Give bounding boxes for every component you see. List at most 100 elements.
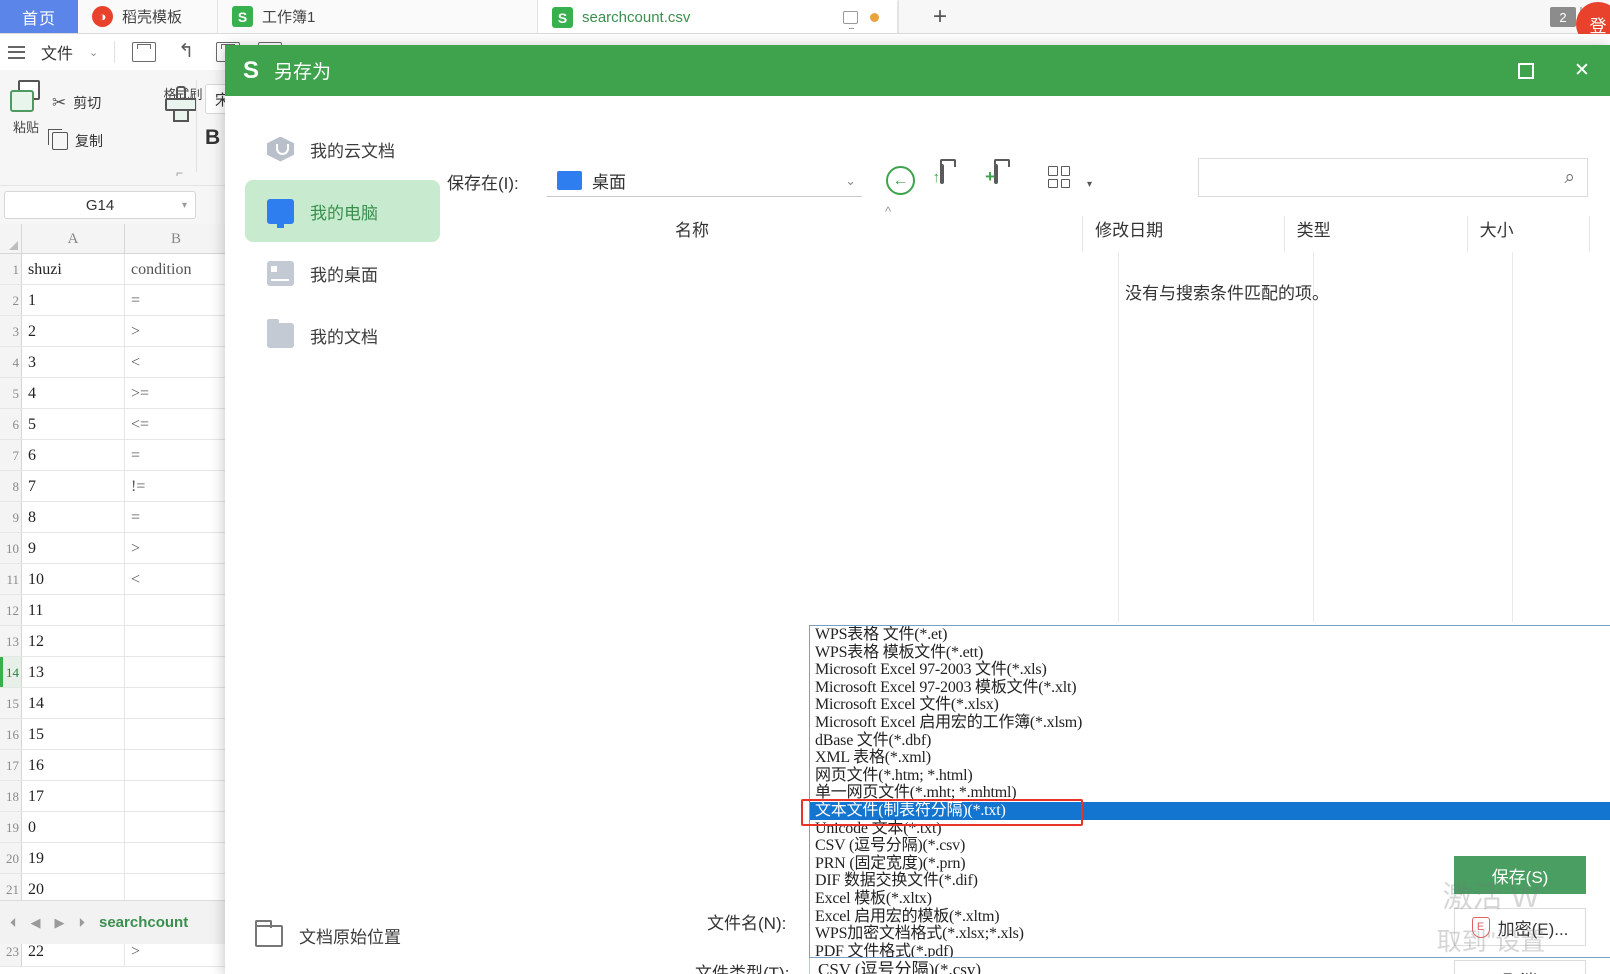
encrypt-button[interactable]: E 加密(E)... bbox=[1454, 908, 1586, 946]
tab-searchcount-csv[interactable]: S searchcount.csv bbox=[538, 0, 898, 33]
row-header[interactable]: 12 bbox=[0, 595, 22, 625]
cell-a[interactable]: 9 bbox=[22, 533, 125, 563]
cell-b[interactable]: = bbox=[125, 502, 228, 532]
select-all-corner[interactable] bbox=[0, 224, 22, 253]
column-header-b[interactable]: B bbox=[125, 224, 228, 253]
dropdown-option[interactable]: WPS表格 文件(*.et) bbox=[810, 626, 1610, 644]
last-sheet-icon[interactable]: ⏵ bbox=[79, 915, 86, 931]
next-sheet-icon[interactable]: ▶ bbox=[55, 915, 65, 931]
view-mode-button[interactable]: ▾ bbox=[1048, 166, 1092, 196]
dropdown-option[interactable]: 单一网页文件(*.mht; *.mhtml) bbox=[810, 784, 1610, 802]
row-header[interactable]: 1 bbox=[0, 254, 22, 284]
row-header[interactable]: 16 bbox=[0, 719, 22, 749]
cell-b[interactable] bbox=[125, 688, 228, 718]
cell-a[interactable]: 3 bbox=[22, 347, 125, 377]
back-button[interactable]: ← bbox=[886, 166, 920, 196]
cell-a[interactable]: 19 bbox=[22, 843, 125, 873]
cell-b[interactable]: < bbox=[125, 347, 228, 377]
dropdown-option[interactable]: 网页文件(*.htm; *.html) bbox=[810, 767, 1610, 785]
bold-button[interactable]: B bbox=[205, 126, 220, 150]
sheet-nav-arrows[interactable]: ⏴ ◀ ▶ ⏵ bbox=[10, 915, 85, 931]
chevron-down-icon[interactable]: ▾ bbox=[182, 200, 187, 211]
cell-b[interactable]: = bbox=[125, 440, 228, 470]
cell-b[interactable] bbox=[125, 843, 228, 873]
copy-button[interactable]: 复制 bbox=[48, 122, 144, 160]
row-header[interactable]: 3 bbox=[0, 316, 22, 346]
tab-workbook1[interactable]: S 工作簿1 bbox=[218, 0, 538, 33]
cell-a[interactable]: 16 bbox=[22, 750, 125, 780]
column-header-date[interactable]: 修改日期 bbox=[1082, 216, 1283, 252]
place-my-documents[interactable]: 我的文档 bbox=[245, 304, 440, 366]
cell-b[interactable] bbox=[125, 595, 228, 625]
cell-b[interactable] bbox=[125, 781, 228, 811]
cell-b[interactable]: > bbox=[125, 316, 228, 346]
cell-a[interactable]: shuzi bbox=[22, 254, 125, 284]
row-header[interactable]: 15 bbox=[0, 688, 22, 718]
cell-b[interactable]: <= bbox=[125, 409, 228, 439]
row-header[interactable]: 8 bbox=[0, 471, 22, 501]
maximize-button[interactable] bbox=[1498, 45, 1554, 96]
chevron-down-icon[interactable]: ⌄ bbox=[845, 173, 856, 189]
cell-b[interactable]: < bbox=[125, 564, 228, 594]
prev-sheet-icon[interactable]: ◀ bbox=[31, 915, 41, 931]
cell-b[interactable] bbox=[125, 626, 228, 656]
row-header[interactable]: 13 bbox=[0, 626, 22, 656]
row-header[interactable]: 5 bbox=[0, 378, 22, 408]
place-cloud-docs[interactable]: 我的云文档 bbox=[245, 118, 440, 180]
cell-a[interactable]: 17 bbox=[22, 781, 125, 811]
cell-b[interactable]: >= bbox=[125, 378, 228, 408]
place-my-computer[interactable]: 我的电脑 bbox=[245, 180, 440, 242]
dropdown-option[interactable]: WPS表格 模板文件(*.ett) bbox=[810, 644, 1610, 662]
dropdown-option[interactable]: XML 表格(*.xml) bbox=[810, 749, 1610, 767]
search-input[interactable]: ⌕ bbox=[1198, 158, 1588, 197]
cell-a[interactable]: 1 bbox=[22, 285, 125, 315]
cell-b[interactable] bbox=[125, 750, 228, 780]
column-header-type[interactable]: 类型 bbox=[1283, 216, 1467, 252]
row-header[interactable]: 18 bbox=[0, 781, 22, 811]
cell-a[interactable]: 6 bbox=[22, 440, 125, 470]
cell-a[interactable]: 5 bbox=[22, 409, 125, 439]
row-header[interactable]: 20 bbox=[0, 843, 22, 873]
sheet-tab-searchcount[interactable]: searchcount bbox=[99, 914, 188, 931]
new-tab-button[interactable]: + 2 登 bbox=[898, 0, 1610, 46]
cell-a[interactable]: 15 bbox=[22, 719, 125, 749]
cell-a[interactable]: 2 bbox=[22, 316, 125, 346]
column-header-a[interactable]: A bbox=[22, 224, 125, 253]
row-header[interactable]: 17 bbox=[0, 750, 22, 780]
row-header[interactable]: 19 bbox=[0, 812, 22, 842]
cell-b[interactable]: != bbox=[125, 471, 228, 501]
save-in-combo[interactable]: 桌面 ⌄ bbox=[547, 165, 862, 197]
dropdown-option[interactable]: dBase 文件(*.dbf) bbox=[810, 732, 1610, 750]
close-button[interactable]: ✕ bbox=[1554, 45, 1610, 96]
file-menu-button[interactable]: 文件 bbox=[41, 40, 73, 64]
tab-count-badge[interactable]: 2 bbox=[1550, 7, 1576, 27]
cell-b[interactable] bbox=[125, 719, 228, 749]
row-header[interactable]: 7 bbox=[0, 440, 22, 470]
cell-b[interactable] bbox=[125, 812, 228, 842]
save-icon[interactable] bbox=[131, 40, 157, 64]
cell-a[interactable]: 7 bbox=[22, 471, 125, 501]
place-my-desktop[interactable]: 我的桌面 bbox=[245, 242, 440, 304]
column-header-size[interactable]: 大小 bbox=[1466, 216, 1589, 252]
cell-a[interactable]: 13 bbox=[22, 657, 125, 687]
row-header[interactable]: 10 bbox=[0, 533, 22, 563]
cell-a[interactable]: 14 bbox=[22, 688, 125, 718]
dropdown-option[interactable]: Microsoft Excel 文件(*.xlsx) bbox=[810, 696, 1610, 714]
cell-a[interactable]: 8 bbox=[22, 502, 125, 532]
row-header[interactable]: 11 bbox=[0, 564, 22, 594]
chevron-down-icon[interactable]: ⌄ bbox=[89, 46, 98, 59]
clipboard-dialog-launcher[interactable]: ⌐ bbox=[176, 166, 183, 180]
cut-button[interactable]: ✂ 剪切 bbox=[52, 84, 144, 122]
new-folder-button[interactable] bbox=[994, 164, 1028, 196]
cell-b[interactable] bbox=[125, 657, 228, 687]
cell-a[interactable]: 12 bbox=[22, 626, 125, 656]
cancel-button[interactable]: 取消 bbox=[1454, 960, 1586, 974]
dropdown-option[interactable]: Microsoft Excel 启用宏的工作簿(*.xlsm) bbox=[810, 714, 1610, 732]
dropdown-option[interactable]: Microsoft Excel 97-2003 文件(*.xls) bbox=[810, 661, 1610, 679]
dropdown-option[interactable]: Microsoft Excel 97-2003 模板文件(*.xlt) bbox=[810, 679, 1610, 697]
row-header[interactable]: 2 bbox=[0, 285, 22, 315]
row-header[interactable]: 14 bbox=[0, 657, 22, 687]
cell-a[interactable]: 11 bbox=[22, 595, 125, 625]
cell-name-box[interactable]: G14 ▾ bbox=[4, 191, 196, 219]
cell-a[interactable]: 4 bbox=[22, 378, 125, 408]
